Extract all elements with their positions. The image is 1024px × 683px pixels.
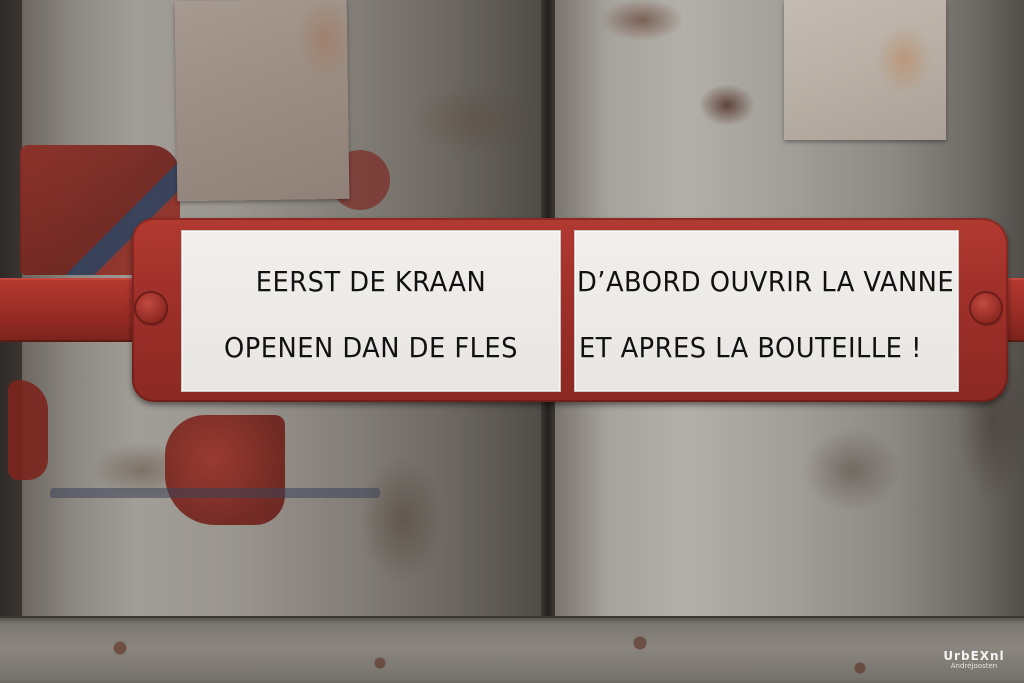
sign-text-french-line2: ET APRES LA BOUTEILLE ! bbox=[579, 331, 922, 364]
sign-text-french-line1: D’ABORD OUVRIR LA VANNE bbox=[577, 265, 955, 298]
peeling-paint bbox=[8, 380, 48, 480]
bolt-icon bbox=[136, 293, 166, 323]
sign-text-dutch-line1: EERST DE KRAAN bbox=[255, 265, 487, 298]
paper-label-left bbox=[174, 0, 350, 202]
bracket-arm-left bbox=[0, 278, 150, 342]
photo-scene: EERST DE KRAAN OPENEN DAN DE FLES D’ABOR… bbox=[0, 0, 1024, 683]
paint-stripe bbox=[50, 488, 380, 498]
sign-text-dutch-line2: OPENEN DAN DE FLES bbox=[224, 331, 518, 364]
peeling-paint bbox=[165, 415, 285, 525]
watermark-sub: AndréJoosten bbox=[950, 662, 998, 670]
sign-plate-french: D’ABORD OUVRIR LA VANNE ET APRES LA BOUT… bbox=[574, 230, 959, 392]
bottom-metal-rail bbox=[0, 616, 1024, 683]
bolt-icon bbox=[971, 293, 1001, 323]
watermark-main: UrbEXnl bbox=[943, 649, 1005, 663]
photographer-watermark: UrbEXnl AndréJoosten bbox=[932, 650, 1016, 674]
paper-label-right bbox=[784, 0, 946, 140]
sign-plate-dutch: EERST DE KRAAN OPENEN DAN DE FLES bbox=[181, 230, 561, 392]
